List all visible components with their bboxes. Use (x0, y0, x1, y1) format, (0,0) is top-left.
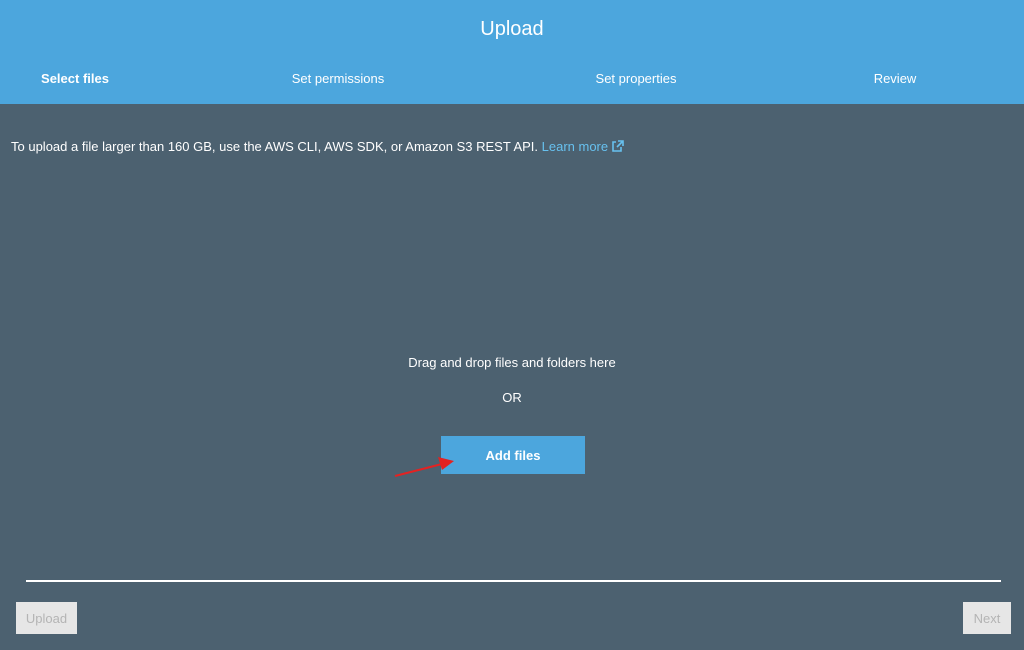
step-select-files[interactable]: Select files (41, 70, 109, 88)
upload-dialog: Upload Select files Set permissions Set … (0, 0, 1024, 650)
page-title: Upload (480, 18, 544, 40)
footer-divider (26, 580, 1001, 582)
dropzone-or-separator: OR (502, 390, 522, 405)
upload-button[interactable]: Upload (16, 602, 77, 634)
step-set-permissions[interactable]: Set permissions (292, 70, 384, 88)
next-button[interactable]: Next (963, 602, 1011, 634)
step-set-properties[interactable]: Set properties (596, 70, 677, 88)
add-files-button[interactable]: Add files (441, 436, 585, 474)
wizard-steps: Select files Set permissions Set propert… (0, 70, 1024, 88)
learn-more-link[interactable]: Learn more (542, 139, 624, 154)
header-bar: Upload Select files Set permissions Set … (0, 0, 1024, 104)
size-limit-notice: To upload a file larger than 160 GB, use… (11, 138, 624, 157)
annotation-arrow-icon (394, 457, 454, 477)
external-link-icon (611, 139, 624, 157)
learn-more-label: Learn more (541, 139, 609, 154)
step-review[interactable]: Review (874, 70, 917, 88)
dropzone-instruction: Drag and drop files and folders here (408, 355, 616, 370)
notice-text: To upload a file larger than 160 GB, use… (11, 139, 542, 154)
